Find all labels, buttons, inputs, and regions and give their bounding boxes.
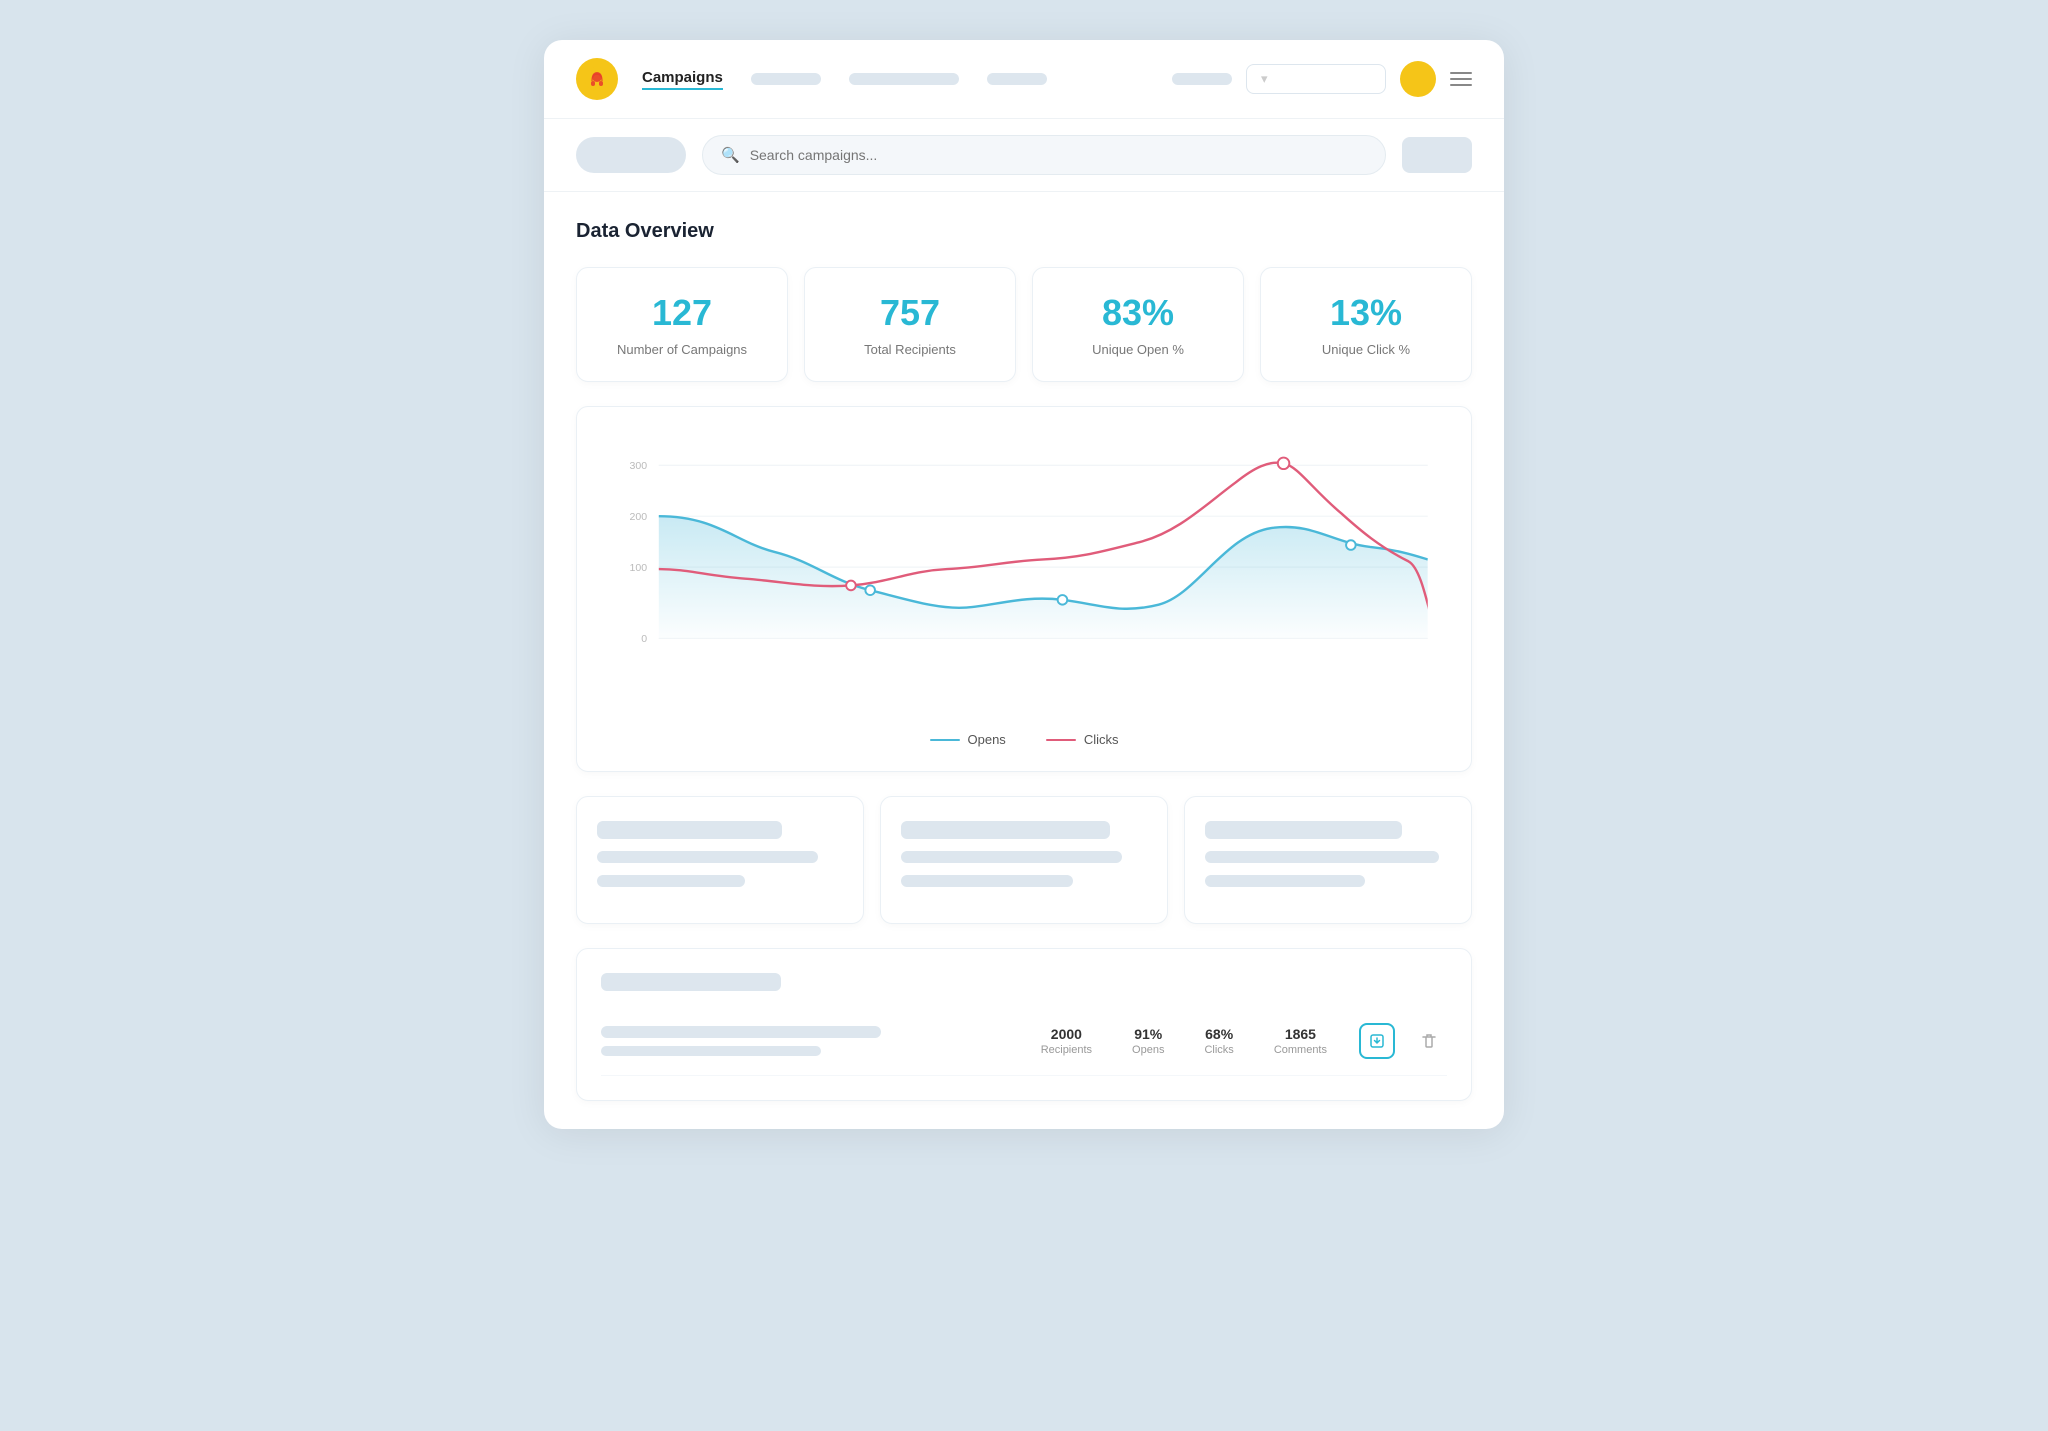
- stat-label-3: Unique Click %: [1281, 342, 1451, 357]
- placeholder: [901, 875, 1073, 887]
- chart-svg: 300 200 100 0: [601, 431, 1447, 711]
- nav-search-icon: ▾: [1261, 71, 1268, 87]
- placeholder: [1205, 875, 1365, 887]
- stat-label-2: Unique Open %: [1053, 342, 1223, 357]
- clicks-label: Clicks: [1204, 1044, 1233, 1056]
- stat-value-1: 757: [825, 292, 995, 334]
- table-row-subtitle: [601, 1046, 821, 1056]
- legend-opens-line: [930, 739, 960, 741]
- navbar: Campaigns ▾: [544, 40, 1504, 119]
- svg-text:0: 0: [641, 633, 647, 645]
- recipients-value: 2000: [1041, 1026, 1092, 1042]
- stat-card-0: 127 Number of Campaigns: [576, 267, 788, 382]
- comments-label: Comments: [1274, 1044, 1327, 1056]
- toolbar: 🔍: [544, 119, 1504, 192]
- legend-clicks: Clicks: [1046, 732, 1119, 747]
- bottom-card-3: [1184, 796, 1472, 924]
- stat-label-0: Number of Campaigns: [597, 342, 767, 357]
- stat-value-0: 127: [597, 292, 767, 334]
- bottom-cards: [576, 796, 1472, 924]
- placeholder: [901, 851, 1122, 863]
- table-card: 2000 Recipients 91% Opens 68% Clicks 186…: [576, 948, 1472, 1101]
- download-button[interactable]: [1359, 1023, 1395, 1059]
- placeholder: [597, 851, 818, 863]
- comments-value: 1865: [1274, 1026, 1327, 1042]
- table-row-title: [601, 1026, 881, 1038]
- stat-opens: 91% Opens: [1132, 1026, 1164, 1056]
- nav-right-placeholder: [1172, 73, 1232, 85]
- bottom-card-1: [576, 796, 864, 924]
- legend-clicks-line: [1046, 739, 1076, 741]
- stat-card-1: 757 Total Recipients: [804, 267, 1016, 382]
- table-header-placeholder: [601, 973, 781, 991]
- legend-opens: Opens: [930, 732, 1006, 747]
- hamburger-menu[interactable]: [1450, 72, 1472, 86]
- table-row-left: [601, 1026, 1041, 1056]
- table-row: 2000 Recipients 91% Opens 68% Clicks 186…: [601, 1007, 1447, 1076]
- bottom-card-2: [880, 796, 1168, 924]
- clicks-value: 68%: [1204, 1026, 1233, 1042]
- stat-recipients: 2000 Recipients: [1041, 1026, 1092, 1056]
- nav-placeholder-3[interactable]: [987, 73, 1047, 85]
- filter-button[interactable]: [576, 137, 686, 173]
- table-row-stats: 2000 Recipients 91% Opens 68% Clicks 186…: [1041, 1026, 1327, 1056]
- recipients-label: Recipients: [1041, 1044, 1092, 1056]
- nav-links: Campaigns: [642, 69, 1148, 90]
- opens-label: Opens: [1132, 1044, 1164, 1056]
- opens-value: 91%: [1132, 1026, 1164, 1042]
- nav-placeholder-2[interactable]: [849, 73, 959, 85]
- stat-value-2: 83%: [1053, 292, 1223, 334]
- table-row-actions: [1359, 1023, 1447, 1059]
- action-button[interactable]: [1402, 137, 1472, 173]
- svg-text:300: 300: [630, 460, 648, 472]
- nav-right: ▾: [1172, 61, 1472, 97]
- chart-legend: Opens Clicks: [601, 732, 1447, 747]
- stat-cards: 127 Number of Campaigns 757 Total Recipi…: [576, 267, 1472, 382]
- nav-placeholder-1[interactable]: [751, 73, 821, 85]
- user-avatar[interactable]: [1400, 61, 1436, 97]
- stat-value-3: 13%: [1281, 292, 1451, 334]
- nav-campaigns[interactable]: Campaigns: [642, 69, 723, 90]
- legend-clicks-label: Clicks: [1084, 732, 1119, 747]
- chart-card: 300 200 100 0: [576, 406, 1472, 772]
- placeholder: [597, 821, 782, 839]
- placeholder: [901, 821, 1110, 839]
- search-icon: 🔍: [721, 146, 740, 164]
- delete-button[interactable]: [1411, 1023, 1447, 1059]
- svg-text:200: 200: [630, 511, 648, 523]
- stat-clicks: 68% Clicks: [1204, 1026, 1233, 1056]
- stat-card-2: 83% Unique Open %: [1032, 267, 1244, 382]
- svg-text:100: 100: [630, 562, 648, 574]
- search-bar[interactable]: 🔍: [702, 135, 1386, 175]
- placeholder: [1205, 851, 1439, 863]
- placeholder: [597, 875, 745, 887]
- stat-card-3: 13% Unique Click %: [1260, 267, 1472, 382]
- content-area: Data Overview 127 Number of Campaigns 75…: [544, 192, 1504, 1129]
- legend-opens-label: Opens: [968, 732, 1006, 747]
- page-title: Data Overview: [576, 220, 1472, 243]
- stat-label-1: Total Recipients: [825, 342, 995, 357]
- logo: [576, 58, 618, 100]
- placeholder: [1205, 821, 1402, 839]
- search-input[interactable]: [750, 147, 1367, 163]
- nav-search-box[interactable]: ▾: [1246, 64, 1386, 94]
- stat-comments: 1865 Comments: [1274, 1026, 1327, 1056]
